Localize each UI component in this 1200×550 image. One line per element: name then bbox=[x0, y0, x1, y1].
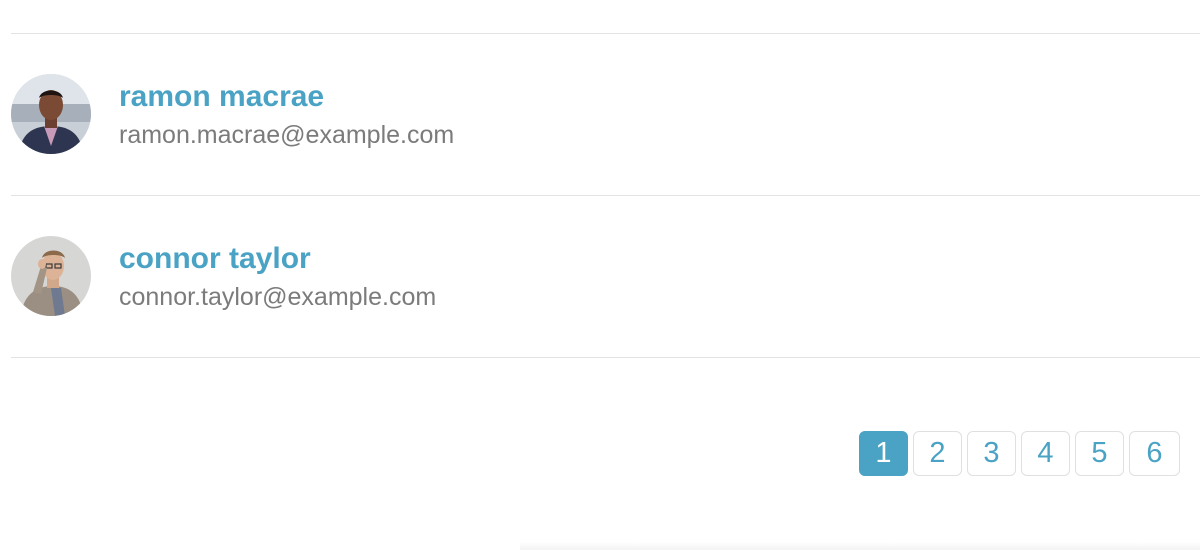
avatar-image bbox=[11, 236, 91, 316]
user-email: connor.taylor@example.com bbox=[119, 283, 437, 311]
avatar[interactable] bbox=[11, 74, 91, 154]
avatar-image bbox=[11, 74, 91, 154]
list-item: ramon macrae ramon.macrae@example.com bbox=[11, 74, 1200, 156]
user-name-link[interactable]: connor taylor bbox=[119, 242, 311, 276]
page-button-6[interactable]: 6 bbox=[1129, 431, 1180, 476]
user-list-page: ramon macrae ramon.macrae@example.com co… bbox=[0, 0, 1200, 550]
row-divider bbox=[11, 195, 1200, 196]
avatar[interactable] bbox=[11, 236, 91, 316]
row-divider bbox=[11, 357, 1200, 358]
bottom-shadow bbox=[520, 542, 1200, 550]
pagination: 1 2 3 4 5 6 bbox=[859, 431, 1180, 476]
row-divider bbox=[11, 33, 1200, 34]
list-item: connor taylor connor.taylor@example.com bbox=[11, 236, 1200, 318]
user-name-link[interactable]: ramon macrae bbox=[119, 80, 324, 114]
page-button-5[interactable]: 5 bbox=[1075, 431, 1124, 476]
page-button-4[interactable]: 4 bbox=[1021, 431, 1070, 476]
page-button-1[interactable]: 1 bbox=[859, 431, 908, 476]
user-email: ramon.macrae@example.com bbox=[119, 121, 455, 149]
page-button-3[interactable]: 3 bbox=[967, 431, 1016, 476]
page-button-2[interactable]: 2 bbox=[913, 431, 962, 476]
